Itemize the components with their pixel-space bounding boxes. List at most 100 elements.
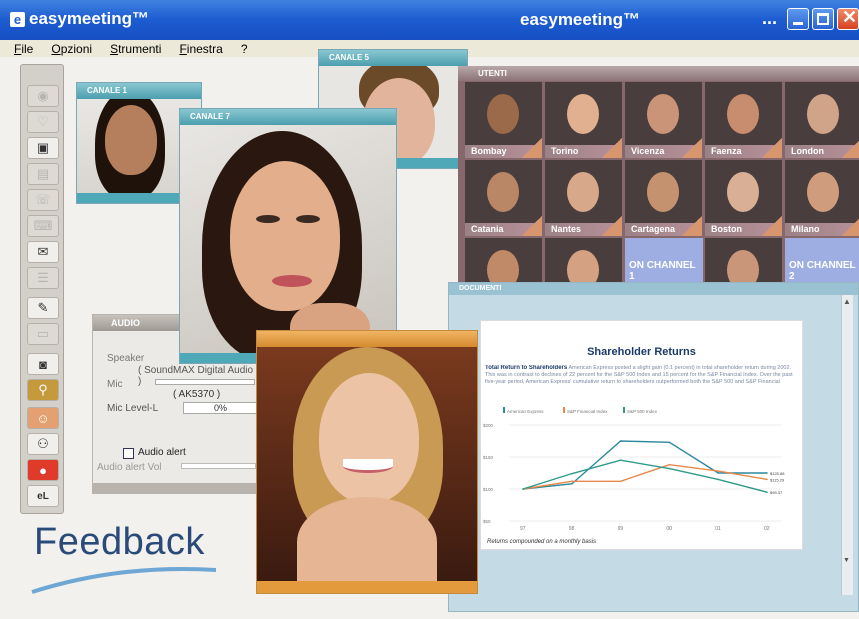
monitor-icon[interactable]: ▣ xyxy=(27,137,59,159)
user-photo xyxy=(807,94,839,134)
menu-strumenti[interactable]: Strumenti xyxy=(110,42,161,56)
user-tile[interactable]: Faenza xyxy=(705,82,782,158)
document-scrollbar[interactable]: ▲ ▼ xyxy=(841,295,853,595)
audio-alert-checkbox[interactable] xyxy=(123,448,134,459)
data-point xyxy=(766,491,768,493)
title-bar: e easymeeting™ easymeeting™ ... ✕ xyxy=(0,0,859,40)
data-point xyxy=(717,472,719,474)
minimize-button[interactable] xyxy=(787,8,809,30)
canale-7-title: CANALE 7 xyxy=(180,109,396,125)
y-tick-label: $150 xyxy=(483,455,494,460)
user-tile[interactable] xyxy=(465,238,542,284)
mic-volume-slider[interactable] xyxy=(155,379,255,385)
user-tile[interactable]: Cartagena xyxy=(625,160,702,236)
feedback-logo-text: Feedback xyxy=(34,521,205,563)
face-shape xyxy=(230,161,340,311)
canale-7-window: CANALE 7 xyxy=(179,108,397,364)
audio-alert-vol-slider[interactable] xyxy=(181,463,256,469)
documenti-title: DOCUMENTI xyxy=(449,283,858,295)
data-point xyxy=(522,488,524,490)
close-button[interactable]: ✕ xyxy=(837,7,859,30)
notes-icon[interactable]: ☰ xyxy=(27,267,59,289)
user-tile[interactable]: Torino xyxy=(545,82,622,158)
heart-icon[interactable]: ♡ xyxy=(27,111,59,133)
user-tile[interactable]: Milano xyxy=(785,160,859,236)
blonde-video-window xyxy=(256,330,478,594)
menu-help[interactable]: ? xyxy=(241,42,248,56)
menu-opzioni[interactable]: Opzioni xyxy=(51,42,92,56)
el-icon[interactable]: eL xyxy=(27,485,59,507)
scroll-up-icon[interactable]: ▲ xyxy=(843,297,851,306)
series-line xyxy=(522,459,768,493)
utenti-window: UTENTI Bombay Torino Vicenza Faenza Lond… xyxy=(458,66,859,286)
record-icon[interactable]: ● xyxy=(27,459,59,481)
app-logo-icon: e xyxy=(10,11,25,27)
audio-alert-vol-label: Audio alert Vol xyxy=(97,462,162,473)
audio-alert-label: Audio alert xyxy=(138,447,186,458)
magnifier-icon[interactable]: ⚲ xyxy=(27,379,59,401)
maximize-icon xyxy=(817,13,829,25)
audio-window-footer xyxy=(93,483,256,493)
users-icon[interactable]: ⚇ xyxy=(27,433,59,455)
window-caption-overflow: ... xyxy=(762,8,778,28)
app-logo: e easymeeting™ xyxy=(10,9,149,29)
menu-file[interactable]: File xyxy=(14,42,33,56)
window-caption: easymeeting™ xyxy=(520,10,640,29)
y-tick-label: $100 xyxy=(483,487,494,492)
user-photo xyxy=(567,250,599,284)
maximize-button[interactable] xyxy=(812,8,834,30)
smiley-icon[interactable]: ☺ xyxy=(27,407,59,429)
data-point xyxy=(717,478,719,481)
mic-level-value: 0% xyxy=(213,403,227,413)
smile-shape xyxy=(343,459,393,473)
scroll-down-icon[interactable]: ▼ xyxy=(843,557,850,564)
face-shape xyxy=(319,373,419,503)
end-value-label: $115.29 xyxy=(770,477,785,482)
user-tile[interactable]: London xyxy=(785,82,859,158)
user-tile[interactable]: Vicenza xyxy=(625,82,702,158)
camera-icon[interactable]: ◙ xyxy=(27,353,59,375)
data-point xyxy=(766,478,768,481)
data-point xyxy=(668,441,671,444)
blonde-video-feed xyxy=(257,347,477,583)
close-icon: ✕ xyxy=(842,7,858,27)
document-paragraph: Total Return to Shareholders American Ex… xyxy=(485,365,801,401)
user-photo xyxy=(647,94,679,134)
chat-icon[interactable]: ☏ xyxy=(27,189,59,211)
data-point xyxy=(717,470,719,472)
y-tick-label: $200 xyxy=(483,423,494,428)
user-tile[interactable]: Catania xyxy=(465,160,542,236)
legend-swatch xyxy=(563,407,565,413)
user-photo xyxy=(567,94,599,134)
data-point xyxy=(619,480,622,483)
menu-finestra[interactable]: Finestra xyxy=(179,42,222,56)
user-tile[interactable] xyxy=(545,238,622,284)
user-photo xyxy=(567,172,599,212)
y-tick-label: $50 xyxy=(483,519,491,524)
user-tile[interactable]: Bombay xyxy=(465,82,542,158)
mic-level-meter: 0% xyxy=(183,402,258,414)
eye-icon[interactable]: ◉ xyxy=(27,85,59,107)
data-point xyxy=(619,440,622,442)
speaker-label: Speaker xyxy=(107,353,145,364)
x-tick-label: 01 xyxy=(715,526,721,532)
user-tile[interactable]: Nantes xyxy=(545,160,622,236)
legend-label: S&P 500 Index xyxy=(627,409,658,414)
blonde-video-footer xyxy=(257,581,477,593)
document-footnote: Returns compounded on a monthly basis xyxy=(487,539,597,545)
data-point xyxy=(668,463,671,466)
keyboard-icon[interactable]: ⌨ xyxy=(27,215,59,237)
user-tile[interactable] xyxy=(705,238,782,284)
legend-swatch xyxy=(623,407,625,413)
screen-icon[interactable]: ▭ xyxy=(27,323,59,345)
pencil-icon[interactable]: ✎ xyxy=(27,297,59,319)
shared-document: Shareholder Returns Total Return to Shar… xyxy=(480,320,803,550)
user-photo xyxy=(727,94,759,134)
user-photo xyxy=(807,172,839,212)
user-tile[interactable]: Boston xyxy=(705,160,782,236)
document-heading: Shareholder Returns xyxy=(587,346,696,358)
document-icon[interactable]: ▤ xyxy=(27,163,59,185)
lips-shape xyxy=(272,275,312,287)
mail-icon[interactable]: ✉ xyxy=(27,241,59,263)
data-point xyxy=(766,472,768,474)
